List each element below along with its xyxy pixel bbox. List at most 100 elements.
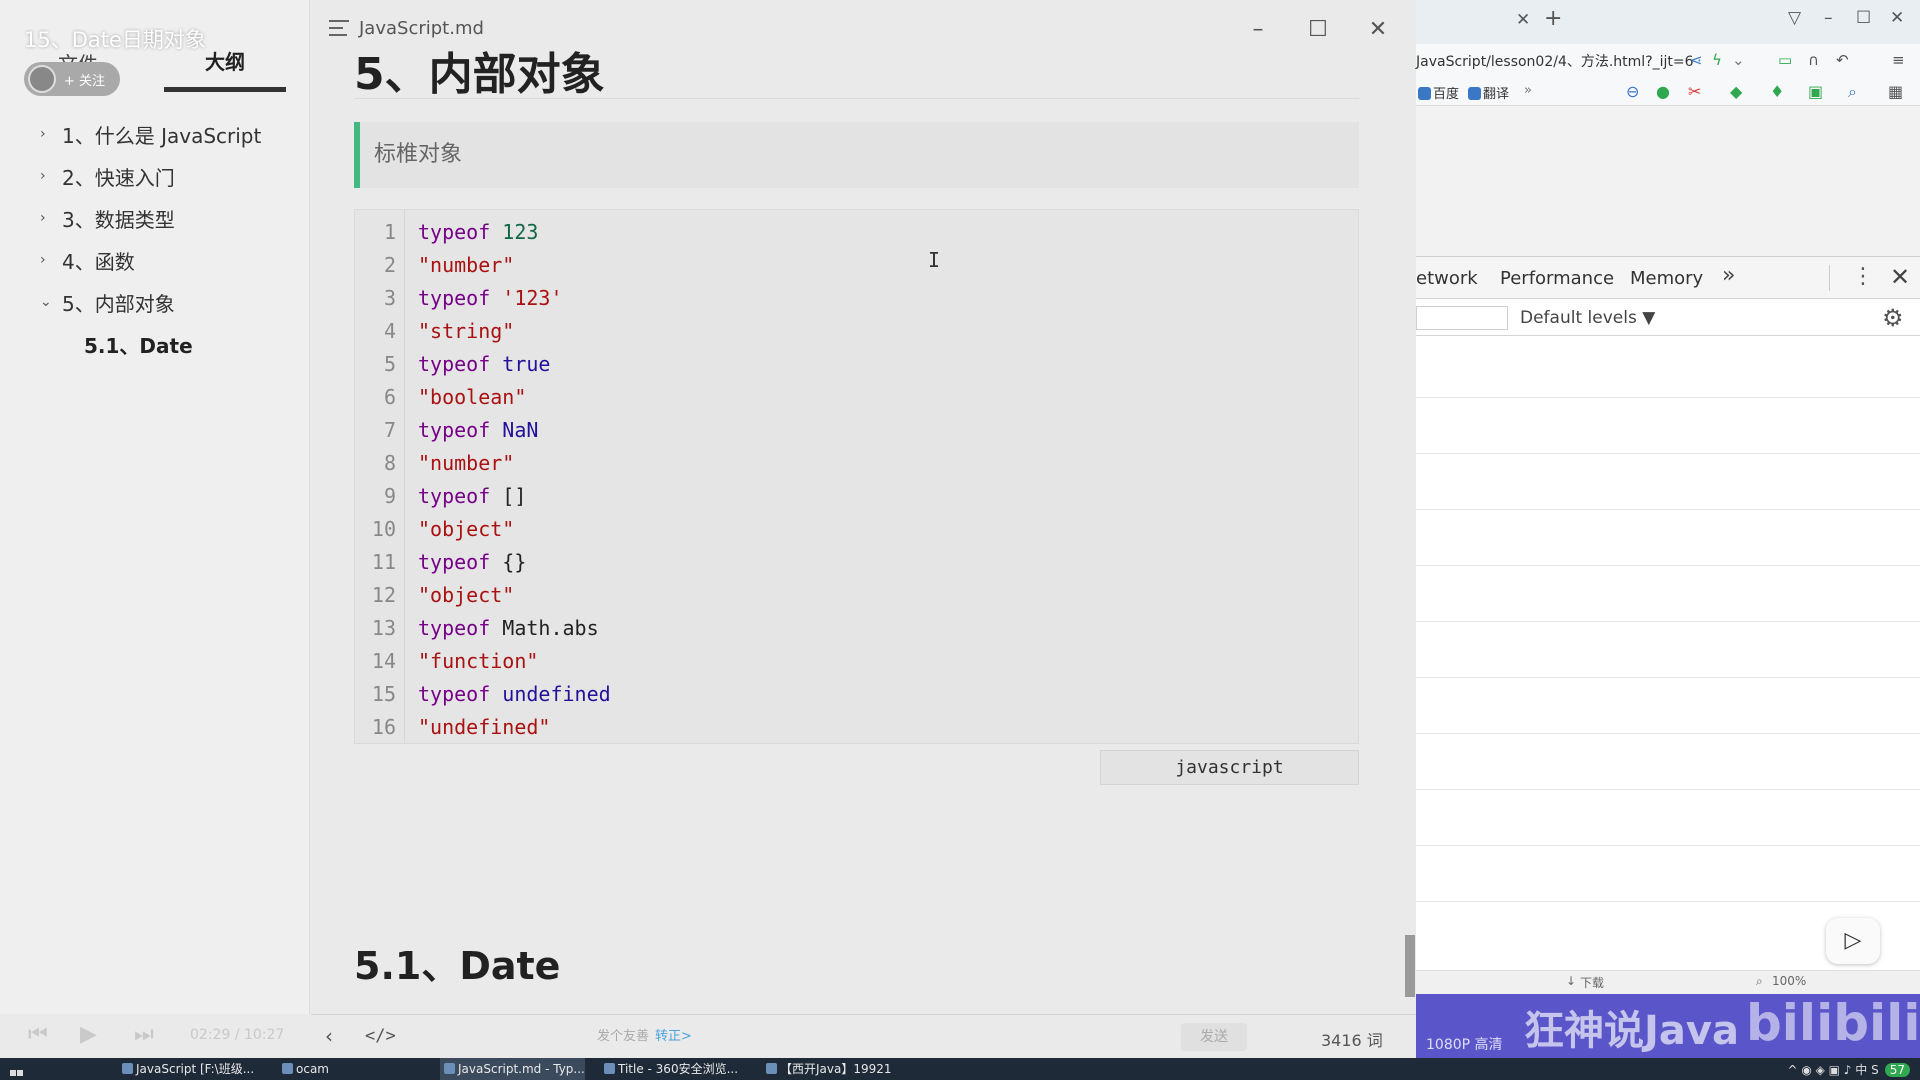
bookmarks-bar: 百度 翻译 » ⊖ ● ✂ ◆ ♦ ▣ ⌕ ▦ (1416, 78, 1920, 106)
devtools-tab-strip: etwork Performance Memory » ⋮ ✕ (1416, 257, 1920, 299)
tab-network[interactable]: etwork (1416, 268, 1478, 289)
close-tab-icon[interactable]: ✕ (1516, 10, 1530, 30)
taskbar-item[interactable]: JavaScript [F:\班级... (118, 1058, 254, 1080)
code-line: "object" (418, 583, 515, 607)
system-tray[interactable]: ^ ◉ ◈ ▣ ♪ 中 S 57 (1787, 1061, 1910, 1078)
more-tabs-icon[interactable]: » (1722, 263, 1735, 288)
zoom-level[interactable]: 100% (1772, 974, 1806, 988)
line-number: 16 (371, 715, 396, 739)
taskbar-item[interactable]: JavaScript.md - Typ... (440, 1058, 585, 1080)
taskbar-item[interactable]: Title - 360安全浏览... (600, 1058, 738, 1080)
console-row (1416, 453, 1920, 454)
browser-window: ✕ + ▽ – ☐ ✕ JavaScript/lesson02/4、方法.htm… (1416, 0, 1920, 1000)
taskbar-item[interactable]: 【西开Java】19921 (762, 1058, 892, 1080)
lightning-icon[interactable]: ϟ (1712, 51, 1722, 69)
download-icon[interactable]: ↓ (1566, 974, 1576, 988)
new-tab-button[interactable]: + (1544, 6, 1562, 31)
extension-icon[interactable]: ● (1656, 82, 1670, 101)
line-number: 5 (383, 352, 396, 376)
outline-item[interactable]: › 3、数据类型 (40, 197, 300, 239)
next-icon[interactable]: ⏭ (134, 1022, 154, 1047)
scissors-icon[interactable]: ✂ (1688, 82, 1701, 101)
line-number: 6 (383, 385, 396, 409)
send-button[interactable]: 发送 (1181, 1023, 1247, 1051)
subheading: 5.1、Date (354, 944, 561, 988)
chevron-down-icon[interactable]: ⌄ (1732, 51, 1745, 69)
pin-icon[interactable]: ▽ (1788, 8, 1801, 28)
tab-performance[interactable]: Performance (1500, 268, 1614, 289)
outline-item[interactable]: › 1、什么是 JavaScript (40, 113, 300, 155)
danmu-input[interactable]: 发个友善 转正> (597, 1025, 692, 1044)
search-icon[interactable]: ⌕ (1848, 82, 1857, 102)
close-button[interactable]: ✕ (1358, 12, 1398, 48)
bookmark-translate[interactable]: 翻译 (1468, 83, 1509, 102)
play-icon[interactable]: ▷ (1826, 918, 1880, 964)
zoom-icon[interactable]: ⌕ (1756, 974, 1763, 989)
avatar (28, 65, 56, 93)
hamburger-icon[interactable]: ≡ (1892, 51, 1905, 69)
close-icon[interactable]: ✕ (1890, 263, 1910, 291)
battery-icon[interactable]: ▭ (1778, 51, 1792, 69)
bookmark-baidu[interactable]: 百度 (1418, 83, 1459, 102)
scrollbar-thumb[interactable] (1405, 935, 1415, 997)
levels-dropdown[interactable]: Default levels ▼ (1520, 308, 1655, 328)
shield-icon[interactable]: ♦ (1770, 82, 1784, 101)
divider (1829, 265, 1830, 291)
line-number: 8 (383, 451, 396, 475)
console-row (1416, 565, 1920, 566)
code-line: typeof NaN (418, 418, 539, 442)
minimize-button[interactable]: – (1824, 8, 1833, 28)
code-block[interactable]: 1 2 3 4 5 6 7 8 9 10 11 12 13 14 15 16 typeof 123 "numbe… (354, 209, 1359, 744)
line-number: 11 (371, 550, 396, 574)
heading-divider (354, 98, 1359, 99)
outline-subitem[interactable]: 5.1、Date (40, 323, 300, 365)
outline-item[interactable]: › 4、函数 (40, 239, 300, 281)
danmu-link[interactable]: 转正> (655, 1029, 692, 1044)
more-bookmarks-icon[interactable]: » (1524, 83, 1532, 98)
url-text[interactable]: JavaScript/lesson02/4、方法.html?_ijt=6 (1416, 51, 1694, 71)
extension-icon[interactable]: ◆ (1730, 82, 1742, 101)
close-button[interactable]: ✕ (1890, 8, 1904, 28)
outline-item[interactable]: ⌄ 5、内部对象 (40, 281, 300, 323)
tab-memory[interactable]: Memory (1630, 268, 1703, 289)
source-mode-icon[interactable]: </> (365, 1026, 396, 1046)
line-number-gutter: 1 2 3 4 5 6 7 8 9 10 11 12 13 14 15 16 (355, 210, 405, 743)
outline-item[interactable]: › 2、快速入门 (40, 155, 300, 197)
follow-button[interactable]: + 关注 (24, 62, 120, 96)
chevron-left-icon[interactable]: ‹ (325, 1024, 333, 1048)
maximize-button[interactable]: ☐ (1298, 12, 1338, 48)
quality-label[interactable]: 1080P 高清 (1426, 1034, 1503, 1054)
kebab-menu-icon[interactable]: ⋮ (1852, 264, 1874, 289)
zoom-out-icon[interactable]: ⊖ (1626, 82, 1639, 101)
sidebar: 文件 大纲 15、Date日期对象 + 关注 ›1、什么是 JavaScript… (0, 0, 310, 1014)
text-cursor-icon: I (928, 248, 941, 272)
console-filter-bar: Default levels ▼ ⚙ (1416, 300, 1920, 336)
playback-time: 02:29 / 10:27 (190, 1027, 285, 1043)
line-number: 9 (383, 484, 396, 508)
headphones-icon[interactable]: ∩ (1808, 51, 1819, 69)
address-bar[interactable]: JavaScript/lesson02/4、方法.html?_ijt=6 ⋖ ϟ… (1416, 44, 1920, 78)
minimize-button[interactable]: – (1238, 12, 1278, 48)
taskbar-item[interactable]: ocam (278, 1058, 329, 1080)
menu-icon[interactable] (329, 20, 349, 36)
console-row (1416, 397, 1920, 398)
undo-icon[interactable]: ↶ (1836, 51, 1849, 69)
outline-item-label: 5.1、Date (84, 333, 193, 358)
code-language-input[interactable]: javascript (1100, 750, 1359, 785)
play-icon[interactable]: ▶ (80, 1022, 97, 1047)
maximize-button[interactable]: ☐ (1856, 8, 1871, 28)
chevron-right-icon: › (40, 210, 46, 226)
outline-item-label: 3、数据类型 (62, 207, 175, 232)
filter-input[interactable] (1416, 306, 1508, 330)
gear-icon[interactable]: ⚙ (1882, 304, 1904, 332)
grid-icon[interactable]: ▦ (1888, 82, 1903, 101)
windows-start-icon[interactable] (10, 1062, 24, 1076)
code-line: typeof [] (418, 484, 527, 508)
image-icon[interactable]: ▣ (1808, 82, 1823, 101)
share-icon[interactable]: ⋖ (1690, 51, 1703, 69)
download-label[interactable]: 下载 (1580, 974, 1604, 991)
code-line: "string" (418, 319, 515, 343)
code-line: "function" (418, 649, 539, 673)
previous-icon[interactable]: ⏮ (28, 1022, 48, 1047)
chevron-right-icon: › (40, 168, 46, 184)
